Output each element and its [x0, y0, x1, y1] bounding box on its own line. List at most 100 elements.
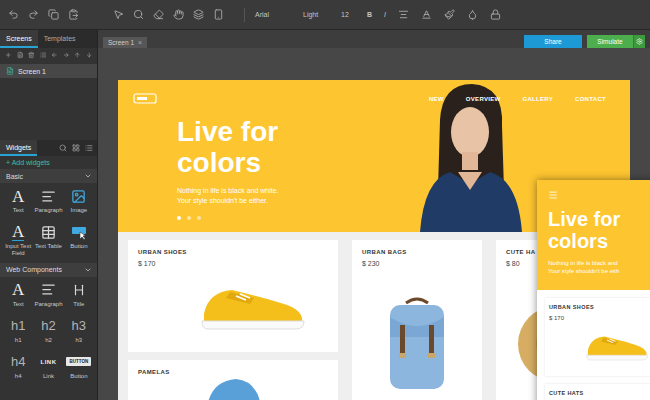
text-color-icon[interactable] — [421, 9, 432, 20]
widget-item[interactable]: LINKLink — [33, 353, 63, 386]
font-family-select[interactable]: Arial — [255, 11, 291, 18]
list-icon[interactable] — [40, 51, 47, 59]
hand-icon[interactable] — [173, 9, 184, 20]
panel-tab[interactable]: Templates — [38, 30, 82, 48]
widget-item[interactable]: BUTTONButton — [64, 353, 94, 386]
widgets-tab[interactable]: Widgets — [0, 140, 37, 156]
app-window: Arial Light 12 B I ScreensTemplates Screen 1 Wi… — [0, 0, 650, 400]
widget-item[interactable]: Paragraph — [33, 281, 63, 314]
widget-item[interactable]: AText — [3, 187, 33, 220]
copy-icon[interactable] — [48, 9, 59, 20]
arrow-up-icon[interactable] — [74, 51, 81, 59]
screen-tab[interactable]: Screen 1× — [103, 37, 147, 48]
widget-item[interactable]: Title — [64, 281, 94, 314]
paste-icon[interactable] — [68, 9, 79, 20]
lock-icon[interactable] — [490, 9, 501, 20]
widget-item[interactable]: Text Table — [33, 223, 63, 257]
widget-item[interactable]: AInput Text Field — [3, 223, 33, 257]
logo-icon[interactable] — [133, 93, 157, 104]
widget-grid: ATextParagraphImage AInput Text FieldText… — [0, 183, 97, 263]
text-widget-icon: A — [12, 281, 24, 298]
widget-item[interactable]: Image — [64, 187, 94, 220]
workspace: ScreensTemplates Screen 1 Widgets+ Add wid… — [0, 30, 650, 400]
gear-icon — [636, 38, 643, 45]
page-icon[interactable] — [17, 51, 24, 59]
heading-widget-icon: h2 — [41, 319, 55, 332]
pointer-icon[interactable] — [113, 9, 124, 20]
bold-button[interactable]: B — [367, 11, 372, 18]
font-weight-select[interactable]: Light — [303, 11, 329, 18]
mobile-headline: colors — [548, 230, 650, 252]
delete-icon[interactable] — [28, 51, 35, 59]
undo-icon[interactable] — [8, 9, 19, 20]
panel-tab[interactable]: Screens — [0, 30, 38, 48]
canvas: Screen 1× Share Simulate NEW OVERVIEW GALLERY… — [98, 30, 650, 400]
widget-item[interactable]: Button — [64, 223, 94, 257]
widget-item[interactable]: Paragraph — [33, 187, 63, 220]
arrow-down-icon[interactable] — [86, 51, 93, 59]
widget-item[interactable]: h4h4 — [3, 353, 33, 386]
heading-widget-icon: h4 — [11, 355, 25, 368]
slide-dot[interactable] — [197, 216, 201, 220]
nav-link[interactable]: GALLERY — [522, 96, 553, 102]
eraser-icon[interactable] — [153, 9, 164, 20]
mobile-product-card[interactable]: URBAN SHOES$ 170 — [545, 298, 650, 376]
align-icon[interactable] — [398, 9, 409, 20]
link-widget-icon: LINK — [40, 359, 56, 365]
widget-group-header[interactable]: Basic — [0, 169, 97, 183]
hamburger-icon[interactable] — [548, 190, 558, 200]
hero-headline: Live for — [177, 116, 606, 147]
add-icon[interactable] — [5, 51, 12, 59]
redo-icon[interactable] — [28, 9, 39, 20]
mobile-product-card[interactable]: CUTE HATS — [545, 384, 650, 400]
widget-group-header[interactable]: Web Components — [0, 263, 97, 277]
button-widget-icon: BUTTON — [66, 357, 91, 366]
chevron-icon — [84, 172, 92, 180]
grid-view-icon[interactable] — [72, 144, 80, 152]
heading-widget-icon: h3 — [72, 319, 86, 332]
add-widgets-link[interactable]: + Add widgets — [0, 156, 97, 169]
font-size-select[interactable]: 12 — [341, 11, 355, 18]
slide-dot[interactable] — [177, 216, 181, 220]
nav-link[interactable]: OVERVIEW — [466, 96, 501, 102]
widgets-header: Widgets — [0, 140, 97, 156]
arrow-left-icon[interactable] — [51, 51, 58, 59]
nav-link[interactable]: NEW — [429, 96, 444, 102]
mobile-subtitle: Nothing in life is black and — [548, 259, 650, 267]
search-icon[interactable] — [59, 144, 67, 152]
widget-item[interactable]: AText — [3, 281, 33, 314]
mobile-subtitle: Your style shouldn't be eith — [548, 267, 650, 275]
slide-dot[interactable] — [187, 216, 191, 220]
image-icon — [71, 189, 86, 204]
product-name: URBAN SHOES — [138, 249, 328, 255]
paragraph-icon — [41, 282, 56, 297]
widget-item[interactable]: h2h2 — [33, 317, 63, 350]
close-tab-button[interactable]: × — [138, 39, 142, 46]
arrow-right-icon[interactable] — [63, 51, 70, 59]
screen-tools — [0, 48, 97, 62]
layers-icon[interactable] — [193, 9, 204, 20]
product-name: CUTE HATS — [549, 390, 650, 396]
widget-item[interactable]: h3h3 — [64, 317, 94, 350]
widget-item[interactable]: h1h1 — [3, 317, 33, 350]
toolbar-separator — [244, 8, 245, 22]
device-icon[interactable] — [213, 9, 224, 20]
simulate-settings-button[interactable] — [633, 35, 645, 48]
product-price: $ 170 — [138, 260, 328, 267]
screen-item[interactable]: Screen 1 — [0, 64, 97, 78]
simulate-button[interactable]: Simulate — [587, 35, 633, 48]
fill-icon[interactable] — [467, 9, 478, 20]
italic-button[interactable]: I — [384, 11, 386, 18]
list-view-icon[interactable] — [85, 144, 93, 152]
screen-list-space — [0, 78, 97, 140]
zoom-icon[interactable] — [133, 9, 144, 20]
nav-link[interactable]: CONTACT — [575, 96, 606, 102]
brush-icon[interactable] — [444, 9, 455, 20]
input-widget-icon: A — [12, 223, 24, 241]
product-card[interactable]: URBAN BAGS$ 230 — [352, 240, 482, 400]
share-button[interactable]: Share — [524, 35, 582, 48]
table-icon — [41, 225, 56, 240]
widgets-panel: Widgets+ Add widgetsBasicATextParagraphI… — [0, 140, 97, 400]
product-card[interactable]: PAMELAS — [128, 360, 338, 400]
product-card[interactable]: URBAN SHOES $ 170 — [128, 240, 338, 352]
